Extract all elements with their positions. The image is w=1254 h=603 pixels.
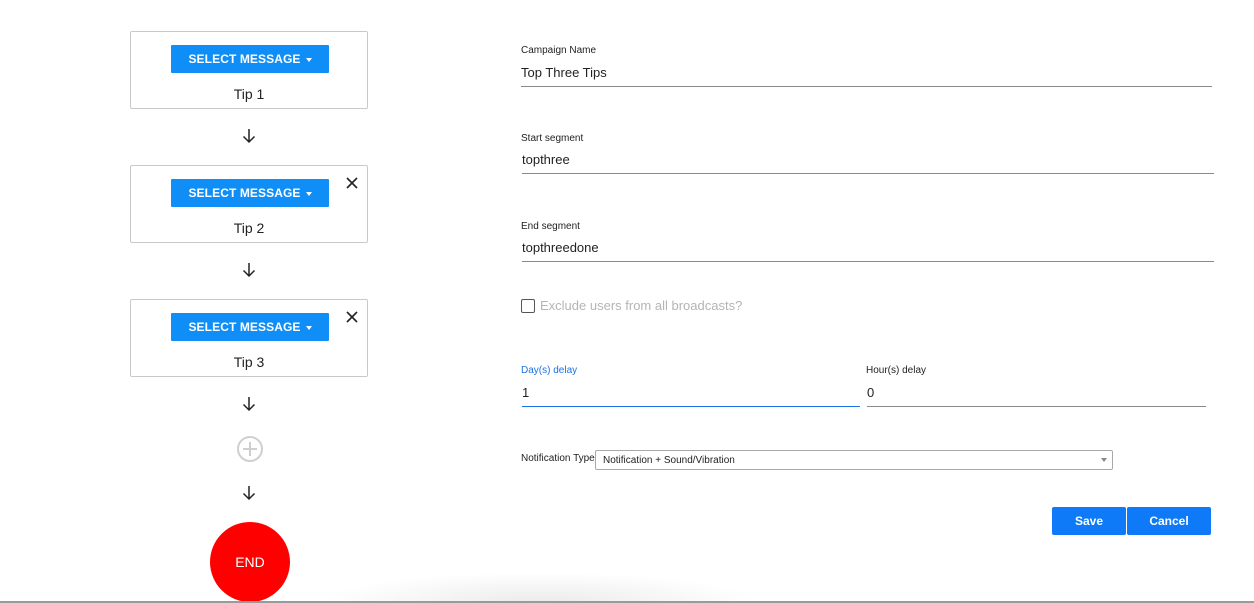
close-icon[interactable] — [345, 176, 359, 190]
flow-step-2: SELECT MESSAGE Tip 2 — [130, 165, 368, 243]
campaign-name-input[interactable] — [521, 63, 1212, 87]
days-delay-label: Day(s) delay — [521, 365, 578, 376]
end-segment-label: End segment — [521, 221, 580, 232]
days-delay-input[interactable] — [522, 383, 860, 407]
bottom-shadow — [320, 572, 760, 602]
caret-down-icon — [305, 326, 312, 330]
arrow-down-icon — [242, 263, 256, 278]
step-name: Tip 2 — [233, 220, 265, 236]
hours-delay-input[interactable] — [867, 383, 1206, 407]
dropdown-arrow-icon — [1101, 458, 1107, 462]
step-name: Tip 3 — [233, 354, 265, 370]
plus-circle-icon[interactable] — [236, 435, 264, 463]
exclude-broadcasts-checkbox[interactable] — [521, 299, 535, 313]
notification-type-label: Notification Type — [521, 453, 595, 464]
start-segment-input[interactable] — [522, 150, 1214, 174]
notification-type-select[interactable]: Notification + Sound/Vibration — [595, 450, 1113, 470]
caret-down-icon — [305, 58, 312, 62]
arrow-down-icon — [242, 397, 256, 412]
select-message-button-2[interactable]: SELECT MESSAGE — [171, 179, 329, 207]
close-icon[interactable] — [345, 310, 359, 324]
start-segment-label: Start segment — [521, 133, 584, 144]
flow-step-1: SELECT MESSAGE Tip 1 — [130, 31, 368, 109]
select-message-button-1[interactable]: SELECT MESSAGE — [171, 45, 329, 73]
save-button[interactable]: Save — [1052, 507, 1126, 535]
end-node: END — [210, 522, 290, 602]
campaign-name-label: Campaign Name — [521, 45, 597, 56]
select-message-button-3[interactable]: SELECT MESSAGE — [171, 313, 329, 341]
notification-type-value: Notification + Sound/Vibration — [603, 454, 735, 466]
hours-delay-label: Hour(s) delay — [866, 365, 927, 376]
step-name: Tip 1 — [233, 86, 265, 102]
end-segment-input[interactable] — [522, 238, 1214, 262]
cancel-button[interactable]: Cancel — [1127, 507, 1211, 535]
arrow-down-icon — [242, 129, 256, 144]
flow-step-3: SELECT MESSAGE Tip 3 — [130, 299, 368, 377]
arrow-down-icon — [242, 486, 256, 501]
exclude-broadcasts-label: Exclude users from all broadcasts? — [540, 298, 743, 313]
caret-down-icon — [305, 192, 312, 196]
